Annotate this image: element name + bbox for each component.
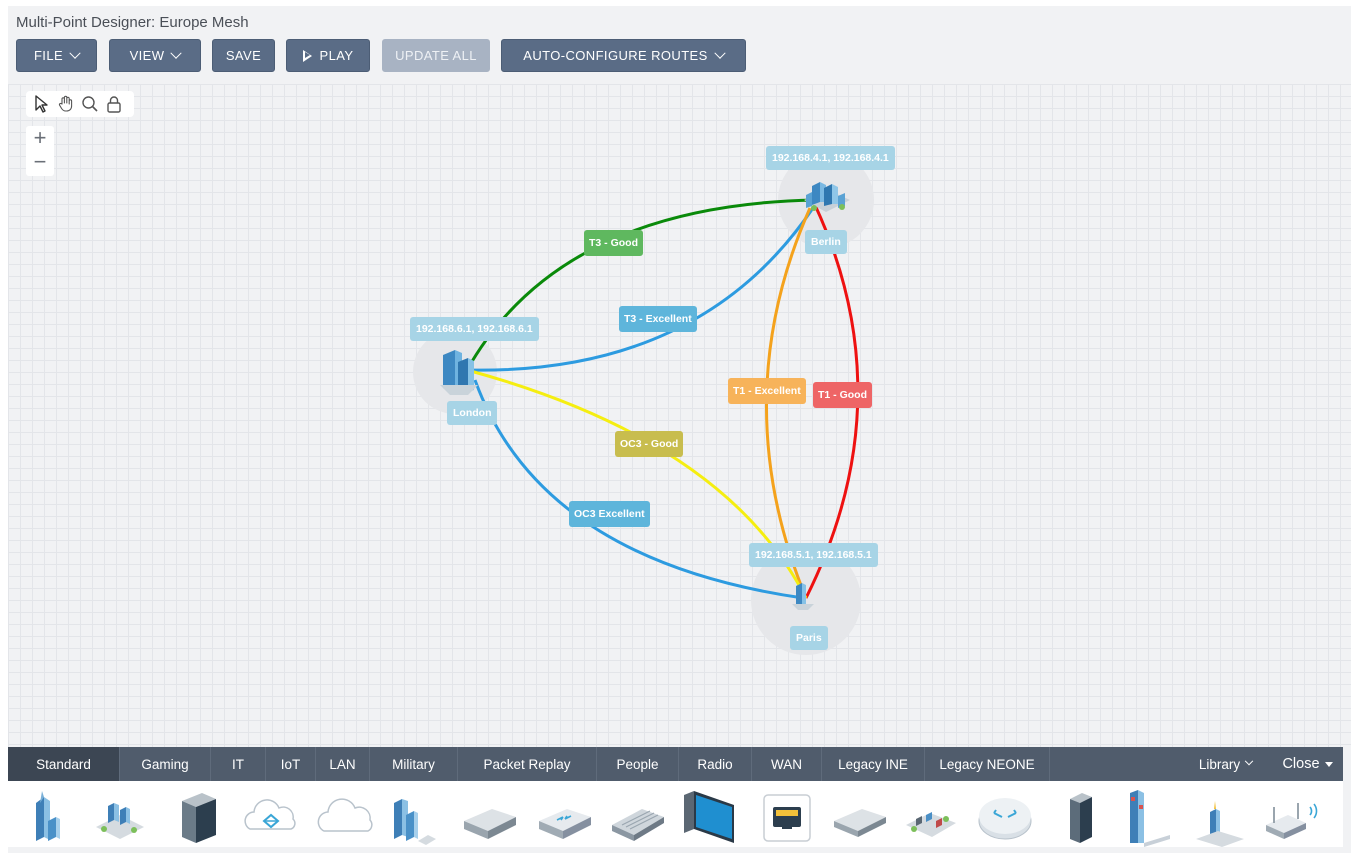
link-label-t1-excellent[interactable]: T1 - Excellent xyxy=(728,378,806,404)
ethernet-port-icon[interactable] xyxy=(756,785,818,847)
link-label-oc3-excellent[interactable]: OC3 Excellent xyxy=(569,501,650,527)
berlin-ip-label: 192.168.4.1, 192.168.4.1 xyxy=(766,146,895,170)
tab-lan[interactable]: LAN xyxy=(315,747,369,781)
router-box-icon[interactable] xyxy=(533,785,595,847)
library-label: Library xyxy=(1198,756,1241,772)
device-palette xyxy=(8,781,1343,847)
tab-packet-replay[interactable]: Packet Replay xyxy=(457,747,596,781)
office-buildings-icon[interactable] xyxy=(384,785,446,847)
tab-military[interactable]: Military xyxy=(369,747,457,781)
london-ip-label: 192.168.6.1, 192.168.6.1 xyxy=(410,317,539,341)
close-label: Close xyxy=(1282,756,1320,772)
switch-icon[interactable] xyxy=(606,785,668,847)
appliance-box-icon[interactable] xyxy=(458,785,520,847)
link-label-oc3-good[interactable]: OC3 - Good xyxy=(615,431,684,457)
tab-standard[interactable]: Standard xyxy=(8,747,119,781)
data-center-icon[interactable] xyxy=(900,785,962,847)
flat-appliance-icon[interactable] xyxy=(828,785,890,847)
library-dropdown[interactable]: Library xyxy=(1188,747,1263,781)
london-name-label: London xyxy=(447,401,498,425)
tab-wan[interactable]: WAN xyxy=(751,747,821,781)
network-graph xyxy=(413,152,874,655)
tab-gaming[interactable]: Gaming xyxy=(119,747,210,781)
router-disc-icon[interactable] xyxy=(974,785,1036,847)
tab-legacy-ine[interactable]: Legacy INE xyxy=(821,747,924,781)
desktop-monitor-icon[interactable] xyxy=(678,785,740,847)
close-palette-button[interactable]: Close xyxy=(1274,747,1341,781)
chevron-down-icon xyxy=(1244,756,1254,766)
link-label-t3-good[interactable]: T3 - Good xyxy=(584,230,643,256)
tab-radio[interactable]: Radio xyxy=(678,747,751,781)
tower-server-icon[interactable] xyxy=(1050,785,1112,847)
palette-category-tabs: Standard Gaming IT IoT LAN Military Pack… xyxy=(8,747,1343,781)
office-campus-icon[interactable] xyxy=(88,785,150,847)
paris-ip-label: 192.168.5.1, 192.168.5.1 xyxy=(749,543,878,567)
tab-people[interactable]: People xyxy=(596,747,678,781)
network-cloud-icon[interactable] xyxy=(240,785,302,847)
caret-down-icon xyxy=(1324,761,1333,767)
berlin-name-label: Berlin xyxy=(805,230,847,254)
small-building-icon[interactable] xyxy=(1188,785,1250,847)
server-rack-icon[interactable] xyxy=(168,785,230,847)
skyscraper-tower-icon[interactable] xyxy=(1112,785,1174,847)
paris-name-label: Paris xyxy=(790,626,828,650)
link-label-t3-excellent[interactable]: T3 - Excellent xyxy=(619,306,697,332)
link-label-t1-good[interactable]: T1 - Good xyxy=(813,382,872,408)
tab-legacy-neone[interactable]: Legacy NEONE xyxy=(924,747,1050,781)
wireless-router-icon[interactable] xyxy=(1262,785,1324,847)
plain-cloud-icon[interactable] xyxy=(316,785,378,847)
skyscraper-icon[interactable] xyxy=(14,785,76,847)
tab-it[interactable]: IT xyxy=(210,747,265,781)
tab-iot[interactable]: IoT xyxy=(265,747,315,781)
